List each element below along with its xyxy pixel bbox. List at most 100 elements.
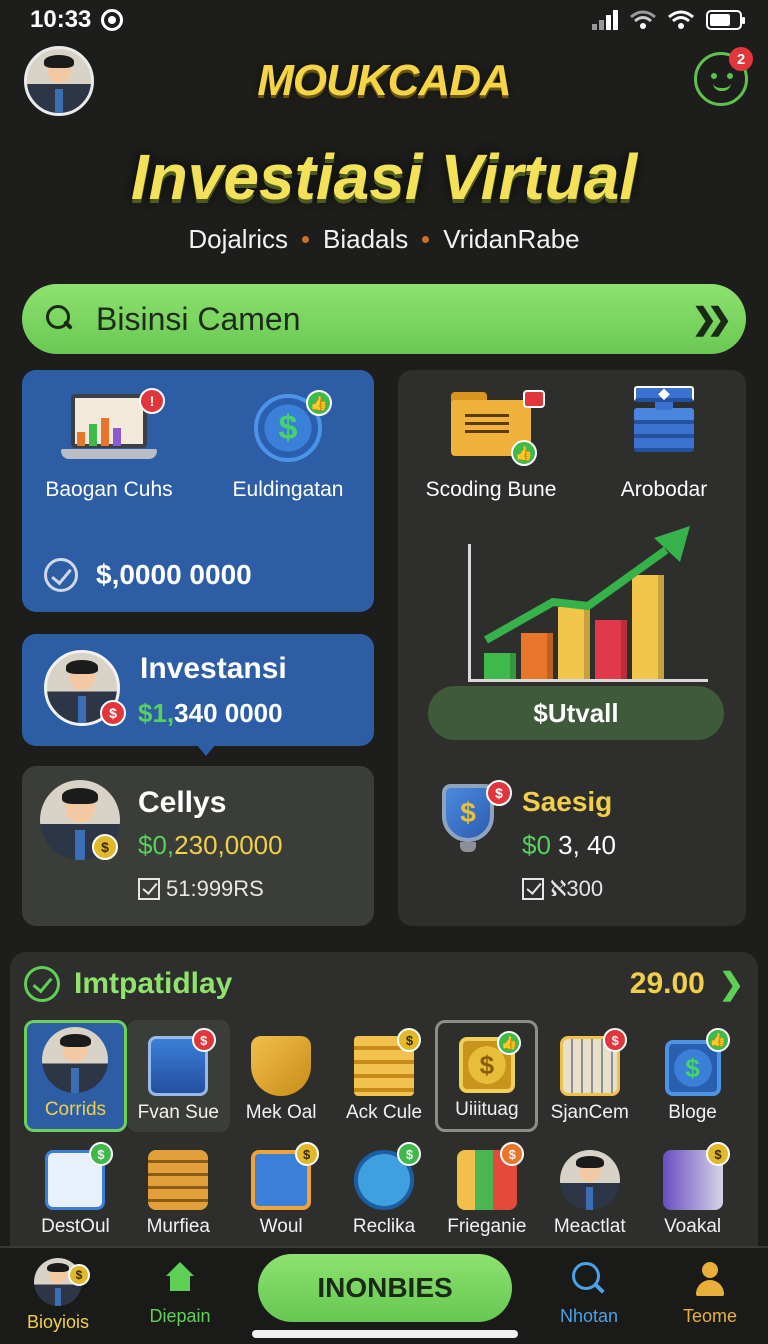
grid-tile[interactable]: Meactlat (538, 1134, 641, 1246)
grid-tile[interactable]: $ Woul (230, 1134, 333, 1246)
hero-tag[interactable]: Biadals (323, 224, 408, 255)
balance-amount: $,0000 0000 (96, 559, 252, 590)
search-icon (46, 305, 74, 333)
grid-tile[interactable]: $ Frieganie (435, 1134, 538, 1246)
feature-item[interactable]: ◆ Arobodar (594, 385, 734, 502)
panel-value: 29.00 (629, 967, 705, 1000)
coin-badge-icon: $ (68, 1264, 90, 1286)
investansi-name: Investansi (140, 652, 287, 685)
tile-label: Mek Oal (245, 1102, 317, 1123)
hero-tag[interactable]: Dojalrics (188, 224, 288, 255)
face-icon-mouth (713, 83, 731, 91)
wifi-icon (630, 10, 656, 29)
nav-label: Bioyiois (26, 1312, 90, 1332)
saesig-amount: $0 3, 40 (522, 830, 616, 861)
feature-item[interactable]: 👍 Scoding Bune (416, 390, 566, 502)
search-icon (572, 1262, 606, 1296)
amount-prefix: $1, (138, 698, 175, 728)
cellys-card[interactable]: $ Cellys $0,230,0000 51:999RS (22, 766, 374, 926)
coin-badge-icon: $ (486, 780, 512, 806)
feature-label: Arobodar (620, 478, 708, 501)
clock: 10:33 (30, 6, 92, 33)
avatar-icon (42, 1027, 109, 1093)
signal-icon (592, 10, 618, 30)
notification-button[interactable]: 2 (694, 47, 753, 106)
grid-tile[interactable]: $ Voakal (641, 1134, 744, 1246)
amount-rest: 340 0000 (174, 698, 283, 728)
tile-label: Meactlat (553, 1216, 626, 1237)
coin-badge-icon: $ (397, 1028, 422, 1052)
grid-tile[interactable]: $ 👍 Uiiituag (435, 1020, 539, 1132)
feature-item[interactable]: $ 👍 Euldingatan (218, 390, 358, 502)
avatar-icon (559, 1150, 620, 1210)
tooltip-arrow (196, 744, 216, 756)
notification-badge: 2 (729, 47, 753, 71)
nav-item-home[interactable]: Diepain (140, 1262, 220, 1327)
grid-tile[interactable]: Corrids (24, 1020, 127, 1132)
cellys-amount: $0,230,0000 (138, 830, 283, 861)
grid-tile[interactable]: $ 👍 Bloge (641, 1020, 744, 1132)
saesig-name: Saesig (522, 786, 613, 817)
investansi-amount: $1,340 0000 (138, 698, 283, 729)
grid-row: $ DestOul Murfiea $ Woul $ Reclika $ Fri… (24, 1134, 744, 1246)
nav-item-profile-page[interactable]: Teome (670, 1262, 750, 1327)
checkbox-icon (138, 878, 160, 900)
panel-header[interactable]: Imtpatidlay 29.00 ❯ (24, 966, 744, 1002)
nav-label: Diepain (149, 1306, 211, 1326)
primary-cta-button[interactable]: INONBIES (258, 1254, 512, 1322)
person-icon (694, 1262, 726, 1298)
cellys-name: Cellys (138, 786, 227, 819)
portfolio-card[interactable]: ! Baogan Cuhs $ 👍 Euldingatan $,0000 000… (22, 370, 374, 612)
grid-tile[interactable]: $ Ack Cule (333, 1020, 436, 1132)
thumbs-up-badge-icon: 👍 (511, 440, 537, 466)
home-indicator[interactable] (252, 1330, 518, 1338)
balance-row: $,0000 0000 (44, 558, 252, 592)
nav-item-search[interactable]: Nhotan (548, 1262, 630, 1327)
wifi-icon-2 (668, 10, 694, 29)
amount-prefix: $0, (138, 830, 175, 860)
note-text: 51:999RS (166, 876, 264, 901)
search-bar[interactable]: Bisinsi Camen ❯❯ (22, 284, 746, 354)
tile-label: Reclika (352, 1216, 416, 1237)
home-icon (164, 1262, 196, 1292)
books-icon (148, 1150, 209, 1210)
feature-label: Scoding Bune (425, 478, 557, 501)
coin-badge-icon: $ (88, 1142, 113, 1166)
chevron-right-icon[interactable]: ❯ (719, 967, 744, 1002)
grid-tile[interactable]: $ DestOul (24, 1134, 127, 1246)
laptop-chart-icon: ! (61, 388, 165, 464)
feature-item[interactable]: ! Baogan Cuhs (44, 388, 174, 502)
flag-badge-icon (523, 390, 545, 408)
tile-label: Murfiea (146, 1216, 210, 1237)
nav-label: Nhotan (559, 1306, 619, 1326)
grid-tile[interactable]: $ Fvan Sue (126, 1020, 230, 1132)
feature-label: Euldingatan (232, 478, 344, 501)
check-circle-icon (24, 966, 60, 1002)
tile-label: Bloge (668, 1102, 717, 1123)
chart-action-button[interactable]: $Utvall (428, 686, 724, 740)
tile-label: SjanCem (550, 1102, 629, 1123)
grid-tile[interactable]: $ Reclika (333, 1134, 436, 1246)
hero-title: Investiasi Virtual (130, 141, 638, 213)
grid-tile[interactable]: $ SjanCem (538, 1020, 641, 1132)
grid-tile[interactable]: Murfiea (127, 1134, 230, 1246)
grid-tile[interactable]: Mek Oal (230, 1020, 333, 1132)
saesig-item[interactable]: $ $ (436, 780, 512, 854)
tile-label: Uiiituag (455, 1099, 519, 1120)
investansi-card[interactable]: $ Investansi $1,340 0000 (22, 634, 374, 746)
record-icon (101, 9, 124, 31)
coin-badge-icon: $ (397, 1142, 422, 1166)
tile-label: Ack Cule (345, 1102, 423, 1123)
double-chevron-right-icon[interactable]: ❯❯ (692, 302, 732, 337)
saesig-note: ℵ300 (522, 876, 603, 902)
stack-icon: ◆ (629, 385, 699, 456)
coin-badge-icon: $ (603, 1028, 628, 1052)
hero-tag[interactable]: VridanRabe (443, 224, 579, 255)
search-input[interactable]: Bisinsi Camen (96, 301, 692, 338)
folder-icon: 👍 (451, 390, 545, 466)
face-icon-eye (727, 73, 733, 79)
separator-dot (302, 236, 310, 243)
nav-item-profile[interactable]: $ Bioyiois (22, 1258, 94, 1333)
grid-row: Corrids $ Fvan Sue Mek Oal $ Ack Cule $ … (24, 1020, 744, 1132)
tile-label: Voakal (664, 1216, 722, 1237)
